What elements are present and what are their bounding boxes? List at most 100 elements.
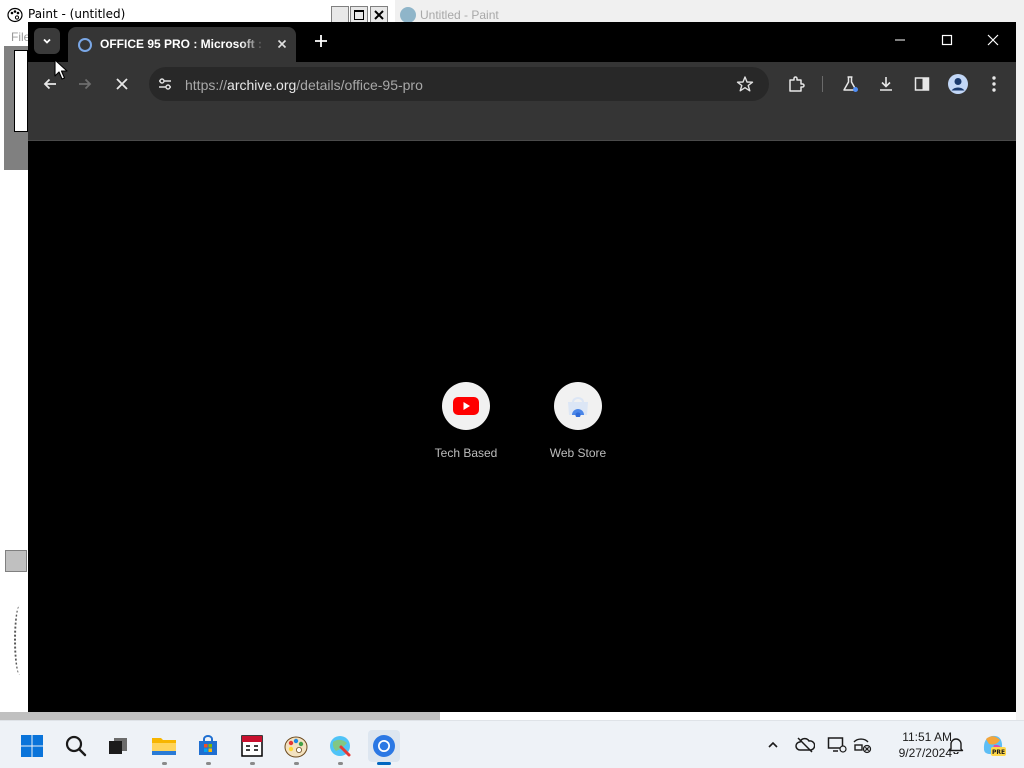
paint-palette-icon xyxy=(7,7,23,23)
puzzle-icon xyxy=(789,76,805,92)
plus-icon xyxy=(315,35,327,47)
shortcut-web-store[interactable]: Web Store xyxy=(528,382,628,460)
arrow-right-icon xyxy=(79,78,92,90)
forward-button[interactable] xyxy=(73,72,97,96)
monitor-icon xyxy=(827,737,847,753)
calendar-app-icon xyxy=(241,735,263,757)
running-indicator xyxy=(162,762,167,765)
close-icon xyxy=(277,39,287,49)
taskbar: 11:51 AM 9/27/2024 PRE xyxy=(0,720,1024,768)
task-view-icon xyxy=(109,738,127,754)
url-scheme: https:// xyxy=(185,77,228,93)
running-indicator xyxy=(338,762,343,765)
shortcut-label: Tech Based xyxy=(434,446,498,460)
window-maximize-button[interactable] xyxy=(937,30,957,50)
address-bar[interactable]: https://archive.org/details/office-95-pr… xyxy=(149,67,769,101)
notifications-button[interactable] xyxy=(945,734,967,756)
close-icon xyxy=(374,10,384,20)
new-tab-page: Tech Based Web Store xyxy=(28,142,1016,712)
file-explorer-button[interactable] xyxy=(148,730,180,765)
browser-window: OFFICE 95 PRO : Microsoft : Free Downloa… xyxy=(28,22,1016,712)
close-icon xyxy=(987,34,999,46)
new-tab-button[interactable] xyxy=(311,31,331,51)
download-icon xyxy=(880,77,892,91)
paint-icon xyxy=(284,736,308,758)
paint-3d-icon xyxy=(400,7,416,23)
copilot-button[interactable]: PRE xyxy=(980,732,1006,758)
bookmark-star-icon[interactable] xyxy=(736,75,754,93)
taskbar-search-button[interactable] xyxy=(60,730,92,762)
bell-icon xyxy=(948,738,964,754)
background-window-edge xyxy=(1016,30,1024,720)
calendar-app-button[interactable] xyxy=(236,730,268,765)
maximize-icon xyxy=(941,34,953,46)
onedrive-tray-button[interactable] xyxy=(794,734,816,756)
chrome-labs-button[interactable] xyxy=(838,72,862,96)
mouse-cursor-icon xyxy=(54,59,68,80)
paint2-window-title: Untitled - Paint xyxy=(420,8,499,22)
running-indicator xyxy=(250,762,255,765)
paint-color-box[interactable] xyxy=(5,550,27,572)
paint-3d-icon xyxy=(330,736,351,757)
flask-icon xyxy=(843,76,858,92)
youtube-icon xyxy=(453,397,479,415)
extensions-button[interactable] xyxy=(784,72,808,96)
tab-close-button[interactable] xyxy=(274,36,290,52)
browser-toolbar: https://archive.org/details/office-95-pr… xyxy=(28,62,1016,106)
network-disconnected-icon xyxy=(853,738,872,754)
microsoft-store-button[interactable] xyxy=(192,730,224,765)
close-icon xyxy=(116,78,128,90)
chrome-web-store-icon xyxy=(568,397,588,417)
toolbar-separator xyxy=(822,76,823,92)
tab-title: OFFICE 95 PRO : Microsoft : Free Downloa… xyxy=(100,37,265,51)
more-vertical-icon xyxy=(992,76,996,92)
copilot-icon: PRE xyxy=(983,735,1006,756)
url-host: archive.org xyxy=(227,77,297,93)
cloud-offline-icon xyxy=(795,737,815,753)
minimize-icon xyxy=(895,39,905,41)
browser-tab-active[interactable]: OFFICE 95 PRO : Microsoft : Free Downloa… xyxy=(68,27,296,62)
tab-strip: OFFICE 95 PRO : Microsoft : Free Downloa… xyxy=(28,22,1016,62)
site-settings-icon[interactable] xyxy=(157,76,173,92)
chevron-up-icon xyxy=(768,741,778,748)
network-tray-button[interactable] xyxy=(851,734,873,756)
shortcut-tile xyxy=(442,382,490,430)
microsoft-store-icon xyxy=(199,735,217,755)
shortcut-tile xyxy=(554,382,602,430)
chrome-button[interactable] xyxy=(368,730,400,765)
copilot-badge: PRE xyxy=(992,749,1005,756)
avatar-icon xyxy=(948,74,968,94)
clock-time: 11:51 AM xyxy=(902,730,952,744)
window-minimize-button[interactable] xyxy=(890,30,910,50)
search-icon xyxy=(65,735,87,757)
stop-loading-button[interactable] xyxy=(110,72,134,96)
paint-canvas-edge xyxy=(14,605,26,675)
window-close-button[interactable] xyxy=(983,30,1003,50)
paint-button[interactable] xyxy=(280,730,312,765)
side-panel-button[interactable] xyxy=(910,72,934,96)
internet-archive-icon xyxy=(78,38,92,52)
shortcut-label: Web Store xyxy=(549,446,607,460)
running-indicator xyxy=(206,762,211,765)
paint-horizontal-scrollbar[interactable] xyxy=(0,712,440,720)
profile-button[interactable] xyxy=(946,72,970,96)
url-text: https://archive.org/details/office-95-pr… xyxy=(185,77,423,93)
display-tray-button[interactable] xyxy=(826,734,848,756)
clock-date: 9/27/2024 xyxy=(898,746,952,760)
paint-3d-button[interactable] xyxy=(324,730,356,765)
chrome-icon xyxy=(373,735,395,757)
url-path: /details/office-95-pro xyxy=(296,77,423,93)
paint-toolbox[interactable] xyxy=(4,46,28,170)
downloads-button[interactable] xyxy=(874,72,898,96)
menu-button[interactable] xyxy=(982,72,1006,96)
active-indicator xyxy=(377,762,391,765)
bookmark-bar xyxy=(28,106,1016,141)
start-button[interactable] xyxy=(16,730,48,762)
shortcut-tech-based[interactable]: Tech Based xyxy=(416,382,516,460)
task-view-button[interactable] xyxy=(102,730,134,762)
taskbar-clock[interactable]: 11:51 AM 9/27/2024 xyxy=(874,729,952,761)
tab-search-button[interactable] xyxy=(34,28,60,54)
running-indicator xyxy=(294,762,299,765)
paint-tool-slot xyxy=(14,50,28,132)
show-hidden-icons-button[interactable] xyxy=(762,734,784,756)
